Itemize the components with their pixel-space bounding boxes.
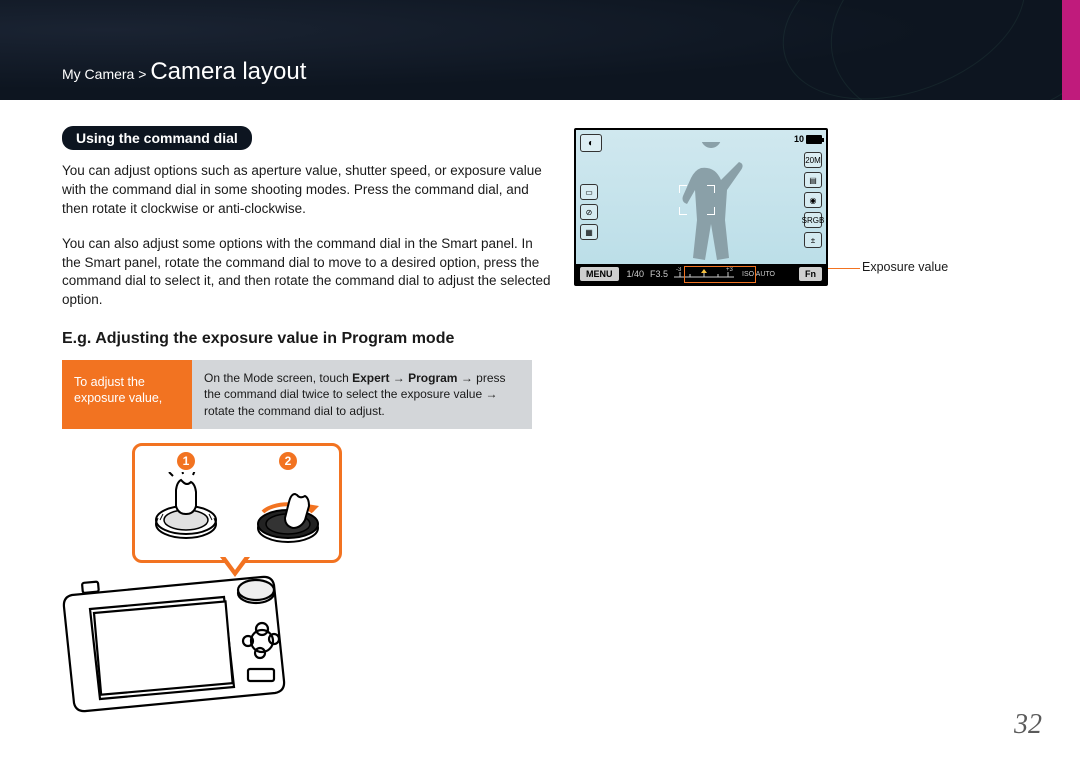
right-icon-column: 20M ▤ ◉ SRGB ± [804,152,822,248]
header-decoration [680,0,1080,100]
mode-icon: ◐ [580,134,602,152]
shot-count: 10 [794,134,804,144]
status-bar: 10 [794,134,822,144]
wb-icon: SRGB [804,212,822,228]
drive-icon: ▭ [580,184,598,200]
aperture-value: F3.5 [650,269,668,279]
af-corner-tl [679,185,687,193]
ev-highlight-box [684,266,756,283]
side-accent-bar [1062,0,1080,100]
battery-icon [806,135,822,144]
page-header: My Camera > Camera layout [0,0,1080,100]
callout-leader-line [828,268,860,269]
paragraph-1: You can adjust options such as aperture … [62,162,552,219]
breadcrumb-title: Camera layout [150,58,306,85]
paragraph-2: You can also adjust some options with th… [62,235,552,311]
instr-pre: On the Mode screen, touch [204,371,352,385]
callout-number-2: 2 [279,452,297,470]
af-corner-br [707,207,715,215]
left-icon-column: ▭ ⊘ ▦ [580,184,598,240]
metering-icon: ◉ [804,192,822,208]
callout-number-1: 1 [177,452,195,470]
ev-icon: ± [804,232,822,248]
focus-icon: ▦ [580,224,598,240]
exposure-value-label: Exposure value [862,260,948,274]
quality-icon: ▤ [804,172,822,188]
dial-rotate-icon [245,472,331,552]
subheading: E.g. Adjusting the exposure value in Pro… [62,330,1040,348]
fn-button[interactable]: Fn [799,267,822,281]
command-dial-diagram: 1 2 [72,449,382,699]
menu-button[interactable]: MENU [580,267,619,281]
callout-step-1: 1 [135,446,237,560]
af-corner-bl [679,207,687,215]
instruction-body: On the Mode screen, touch Expert → Progr… [192,360,532,429]
callout-step-2: 2 [237,446,339,560]
lcd-screenshot: ◐ 10 ▭ ⊘ ▦ 20M ▤ ◉ SRGB ± MENU 1/40 [574,128,828,286]
flash-icon: ⊘ [580,204,598,220]
breadcrumb: My Camera > Camera layout [62,58,306,86]
instr-b1: Expert [352,371,389,385]
shutter-value: 1/40 [627,269,645,279]
instr-b2: Program [408,371,457,385]
instr-arrow1: → [389,371,408,385]
svg-text:-3: -3 [676,267,682,273]
lcd-screen: ◐ 10 ▭ ⊘ ▦ 20M ▤ ◉ SRGB ± MENU 1/40 [574,128,828,286]
breadcrumb-path: My Camera > [62,66,150,82]
page-number: 32 [1014,709,1042,741]
size-icon: 20M [804,152,822,168]
camera-outline-icon [52,565,312,715]
callout-box: 1 2 [132,443,342,563]
section-pill: Using the command dial [62,126,252,150]
page-content: Using the command dial You can adjust op… [62,126,1040,699]
dial-press-icon [143,472,229,552]
af-frame [680,186,714,214]
instruction-label: To adjust the exposure value, [62,360,192,429]
instruction-row: To adjust the exposure value, On the Mod… [62,360,532,429]
af-corner-tr [707,185,715,193]
